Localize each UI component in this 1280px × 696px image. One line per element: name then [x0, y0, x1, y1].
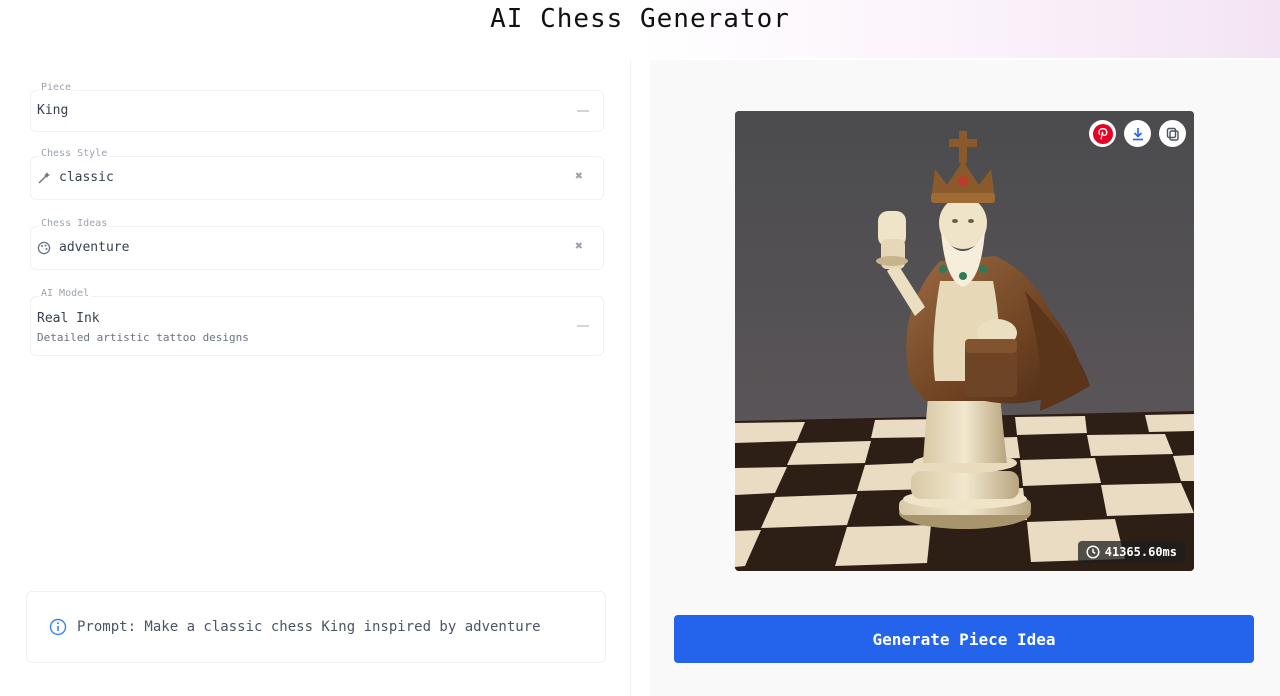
wand-icon	[38, 171, 50, 183]
info-icon	[49, 618, 67, 636]
generate-button[interactable]: Generate Piece Idea	[674, 615, 1254, 663]
download-icon	[1132, 127, 1143, 140]
copy-button[interactable]	[1159, 120, 1186, 147]
pinterest-icon	[1092, 123, 1113, 144]
chess-king-image	[735, 111, 1194, 571]
piece-label: Piece	[39, 82, 74, 93]
piece-value: King	[37, 103, 69, 118]
generated-image: 41365.60ms	[735, 111, 1194, 571]
copy-icon	[1166, 127, 1179, 141]
chess-ideas-label: Chess Ideas	[39, 218, 110, 229]
palette-icon	[37, 241, 51, 254]
ai-model-select[interactable]: AI Model Real Ink Detailed artistic tatt…	[30, 288, 604, 356]
pinterest-button[interactable]	[1089, 120, 1116, 147]
chess-style-value: classic	[59, 170, 114, 185]
prompt-text: Prompt: Make a classic chess King inspir…	[77, 619, 541, 635]
ai-model-description: Detailed artistic tattoo designs	[37, 331, 249, 344]
generation-time-badge: 41365.60ms	[1077, 541, 1185, 563]
piece-select[interactable]: Piece King	[30, 82, 604, 132]
page-title: AI Chess Generator	[490, 4, 790, 34]
generation-time: 41365.60ms	[1104, 545, 1177, 559]
chess-ideas-value: adventure	[59, 240, 130, 255]
prompt-box: Prompt: Make a classic chess King inspir…	[26, 591, 606, 663]
chess-style-input[interactable]: Chess Style classic ✖	[30, 148, 604, 200]
ai-model-value: Real Ink	[37, 311, 100, 326]
dropdown-icon	[577, 325, 589, 327]
dropdown-icon	[577, 110, 589, 112]
chess-style-label: Chess Style	[39, 148, 110, 159]
clock-icon	[1086, 545, 1100, 559]
clear-icon[interactable]: ✖	[575, 169, 583, 184]
download-button[interactable]	[1124, 120, 1151, 147]
chess-ideas-input[interactable]: Chess Ideas adventure ✖	[30, 218, 604, 270]
ai-model-label: AI Model	[39, 288, 92, 299]
clear-icon[interactable]: ✖	[575, 239, 583, 254]
